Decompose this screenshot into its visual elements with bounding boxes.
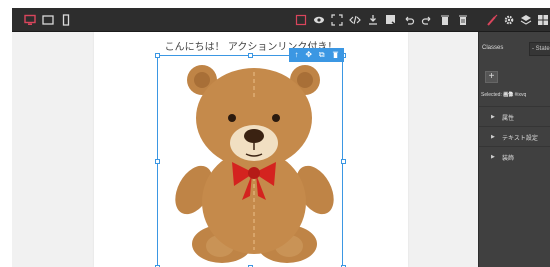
export-icon[interactable] xyxy=(383,12,399,28)
state-select[interactable]: - State - xyxy=(529,42,550,56)
move-icon[interactable]: ✥ xyxy=(305,51,312,59)
fullscreen-icon[interactable] xyxy=(329,12,345,28)
selected-component-line: Selected: 画像 #ixvq xyxy=(481,91,526,98)
selection-toolbar: ↑ ✥ ⧉ xyxy=(289,48,344,62)
caret-right-icon: ▶ xyxy=(491,114,495,120)
add-class-button[interactable]: + xyxy=(485,71,498,83)
sector-label: テキスト設定 xyxy=(502,135,538,142)
selected-prefix: Selected: xyxy=(481,92,502,98)
resize-handle[interactable] xyxy=(248,53,253,58)
caret-right-icon: ▶ xyxy=(491,154,495,160)
select-parent-icon[interactable]: ↑ xyxy=(294,51,298,59)
caret-right-icon: ▶ xyxy=(491,134,495,140)
settings-icon[interactable] xyxy=(501,12,517,28)
preview-icon[interactable] xyxy=(311,12,327,28)
style-manager-icon[interactable] xyxy=(484,12,500,28)
tablet-icon[interactable] xyxy=(40,12,56,28)
sector-decoration[interactable]: ▶ 装飾 xyxy=(479,146,550,166)
delete-component-icon[interactable] xyxy=(332,51,339,60)
resize-handle[interactable] xyxy=(341,159,346,164)
style-manager-panel: Classes - State - + Selected: 画像 #ixvq ▶… xyxy=(478,32,550,267)
selected-component-id: #ixvq xyxy=(514,92,527,98)
blocks-icon[interactable] xyxy=(535,12,550,28)
sector-text-settings[interactable]: ▶ テキスト設定 xyxy=(479,126,550,146)
sw-visibility-icon[interactable] xyxy=(293,12,309,28)
headline-text[interactable]: こんにちは！ アクションリンク付き！ xyxy=(94,38,408,53)
top-toolbar xyxy=(12,8,550,32)
selected-component-name: 画像 xyxy=(503,92,514,98)
layer-manager-icon[interactable] xyxy=(518,12,534,28)
editor-canvas[interactable]: こんにちは！ アクションリンク付き！ ↑ ✥ ⧉ xyxy=(12,32,478,267)
sector-label: 属性 xyxy=(502,115,515,122)
desktop-icon[interactable] xyxy=(22,12,38,28)
classes-label: Classes xyxy=(482,45,504,51)
undo-icon[interactable] xyxy=(401,12,417,28)
resize-handle[interactable] xyxy=(155,159,160,164)
classes-row: Classes - State - xyxy=(479,38,550,60)
import-icon[interactable] xyxy=(365,12,381,28)
code-icon[interactable] xyxy=(347,12,363,28)
resize-handle[interactable] xyxy=(155,53,160,58)
sector-label: 装飾 xyxy=(502,155,515,162)
editor-frame: こんにちは！ アクションリンク付き！ ↑ ✥ ⧉ Classes - State… xyxy=(12,8,550,267)
selection-outline xyxy=(157,55,343,267)
mobile-icon[interactable] xyxy=(58,12,74,28)
clear-canvas-icon[interactable] xyxy=(455,12,471,28)
clone-icon[interactable]: ⧉ xyxy=(319,51,325,59)
sector-attributes[interactable]: ▶ 属性 xyxy=(479,106,550,126)
delete-icon[interactable] xyxy=(437,12,453,28)
redo-icon[interactable] xyxy=(419,12,435,28)
